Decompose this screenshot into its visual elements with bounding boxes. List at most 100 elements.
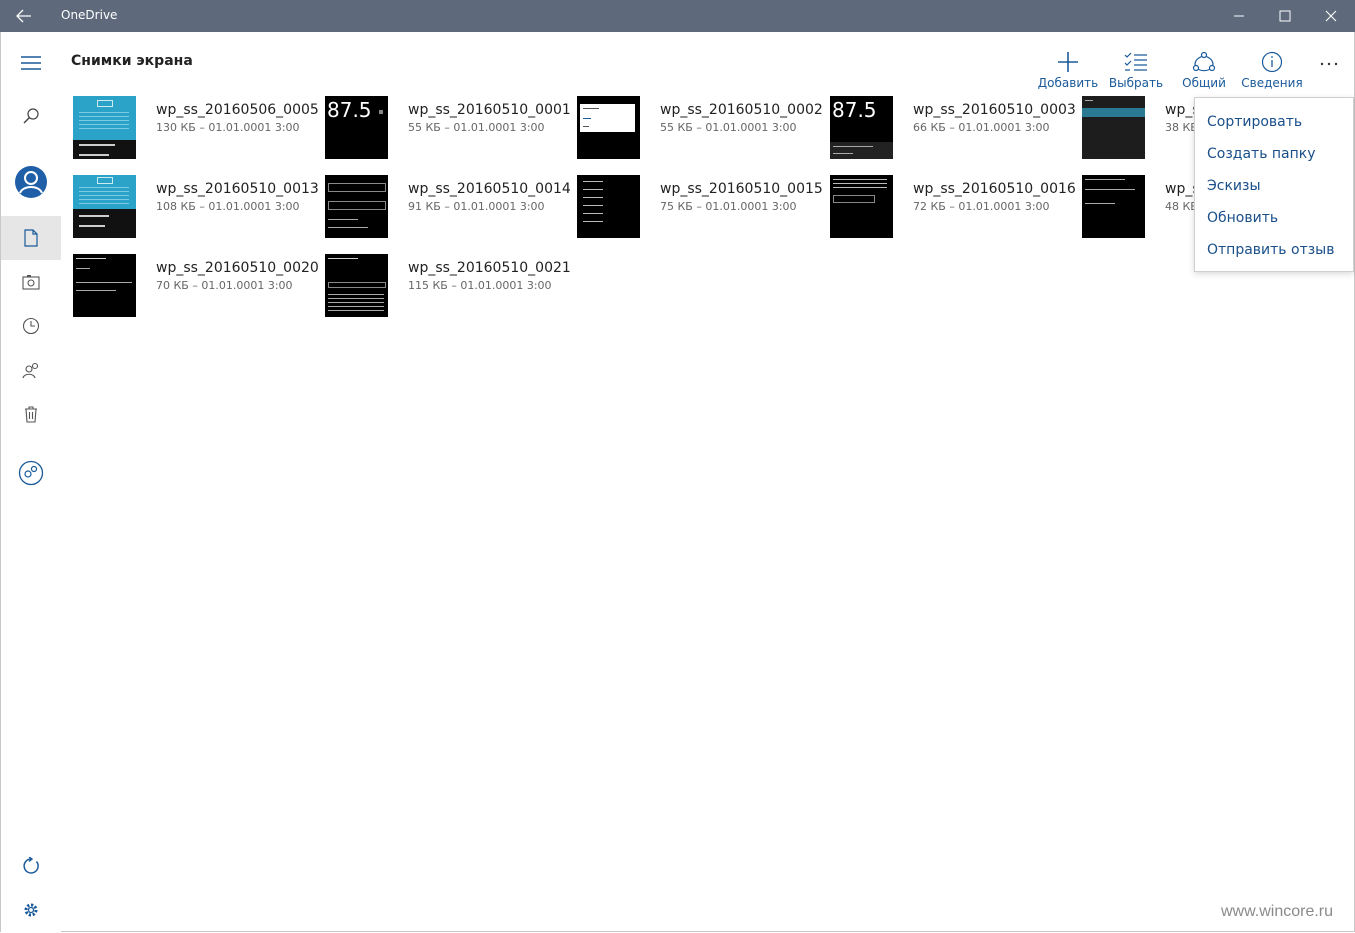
thumbnail-radio-frequency: 87.5: [327, 98, 372, 122]
file-thumbnail: [1082, 175, 1145, 238]
people-icon: [18, 460, 44, 486]
info-label: Сведения: [1241, 76, 1303, 90]
file-meta: 48 КБ: [1165, 200, 1198, 213]
file-tile[interactable]: wp_ss_20160510_0013 108 КБ – 01.01.0001 …: [73, 175, 323, 239]
nav-recent[interactable]: [1, 304, 61, 348]
maximize-button[interactable]: [1262, 0, 1308, 32]
menu-item-refresh[interactable]: Обновить: [1207, 210, 1278, 226]
add-label: Добавить: [1037, 76, 1099, 90]
sync-icon: [23, 857, 39, 874]
account-button[interactable]: [1, 160, 61, 204]
info-icon: [1261, 51, 1283, 73]
menu-item-thumbnails[interactable]: Эскизы: [1207, 178, 1261, 194]
info-button[interactable]: Сведения: [1238, 48, 1306, 94]
file-tile[interactable]: wp_ss_20160510_0021 115 КБ – 01.01.0001 …: [325, 254, 575, 318]
hamburger-menu-button[interactable]: [1, 41, 61, 85]
file-name: wp_ss_20160510_0020: [156, 260, 319, 276]
add-button[interactable]: Добавить: [1034, 48, 1102, 94]
file-meta: 72 КБ – 01.01.0001 3:00: [913, 200, 1050, 213]
shared-icon: [22, 362, 39, 379]
file-tile[interactable]: 87.5 wp_ss_20160510_0003 66 КБ – 01.01.0…: [830, 96, 1080, 160]
menu-item-send-feedback[interactable]: Отправить отзыв: [1207, 242, 1334, 258]
file-thumbnail: [73, 96, 136, 159]
file-thumbnail: [325, 254, 388, 317]
page-title: Снимки экрана: [71, 53, 193, 69]
file-meta: 108 КБ – 01.01.0001 3:00: [156, 200, 300, 213]
minimize-button[interactable]: [1216, 0, 1262, 32]
minimize-icon: [1234, 15, 1244, 17]
file-name: wp_ss_20160510_0003: [913, 102, 1076, 118]
file-name: wp_ss_20160510_0015: [660, 181, 823, 197]
file-meta: 38 КБ: [1165, 121, 1198, 134]
back-arrow-icon: [16, 9, 31, 23]
share-button[interactable]: Общий: [1170, 48, 1238, 94]
file-thumbnail: [830, 175, 893, 238]
file-meta: 70 КБ – 01.01.0001 3:00: [156, 279, 293, 292]
thumbnail-radio-frequency: 87.5: [832, 98, 877, 122]
file-thumbnail: 87.5: [325, 96, 388, 159]
menu-icon: [21, 56, 41, 70]
back-button[interactable]: [0, 0, 48, 32]
plus-icon: [1058, 52, 1078, 72]
share-icon: [1192, 51, 1216, 72]
sync-button[interactable]: [1, 844, 61, 888]
file-tile[interactable]: wp_ss_20160510_0014 91 КБ – 01.01.0001 3…: [325, 175, 575, 239]
file-meta: 55 КБ – 01.01.0001 3:00: [408, 121, 545, 134]
share-label: Общий: [1182, 76, 1226, 90]
more-button[interactable]: [1314, 50, 1344, 78]
file-tile[interactable]: 87.5 wp_ss_20160510_0001 55 КБ – 01.01.0…: [325, 96, 575, 160]
close-icon: [1325, 10, 1337, 22]
settings-icon: [24, 903, 38, 917]
file-name: wp_ss_20160510_0016: [913, 181, 1076, 197]
file-thumbnail: [577, 96, 640, 159]
nav-files[interactable]: [1, 216, 61, 260]
file-name: wp_ss_20160510_0013: [156, 181, 319, 197]
file-meta: 91 КБ – 01.01.0001 3:00: [408, 200, 545, 213]
file-meta: 55 КБ – 01.01.0001 3:00: [660, 121, 797, 134]
photos-icon: [22, 275, 40, 290]
nav-recycle-bin[interactable]: [1, 392, 61, 436]
search-button[interactable]: [1, 94, 61, 138]
file-thumbnail: 87.5: [830, 96, 893, 159]
file-meta: 75 КБ – 01.01.0001 3:00: [660, 200, 797, 213]
file-name: wp_ss_20160510_0021: [408, 260, 571, 276]
watermark: www.wincore.ru: [1221, 903, 1334, 920]
file-meta: 66 КБ – 01.01.0001 3:00: [913, 121, 1050, 134]
file-meta: 115 КБ – 01.01.0001 3:00: [408, 279, 552, 292]
file-thumbnail: [577, 175, 640, 238]
file-tile[interactable]: wp_ss_20160506_0005 130 КБ – 01.01.0001 …: [73, 96, 323, 160]
file-thumbnail: [1082, 96, 1145, 159]
recent-icon: [22, 317, 40, 335]
maximize-icon: [1279, 10, 1291, 22]
more-icon: [1320, 62, 1338, 66]
file-tile[interactable]: wp_ss_20160510_0015 75 КБ – 01.01.0001 3…: [577, 175, 827, 239]
menu-item-sort[interactable]: Сортировать: [1207, 114, 1302, 130]
file-thumbnail: [73, 254, 136, 317]
select-label: Выбрать: [1108, 76, 1164, 90]
file-thumbnail: [73, 175, 136, 238]
search-icon: [23, 108, 39, 124]
select-button[interactable]: Выбрать: [1102, 48, 1170, 94]
select-list-icon: [1124, 52, 1147, 71]
file-name: wp_ss_20160510_0002: [660, 102, 823, 118]
nav-photos[interactable]: [1, 260, 61, 304]
recycle-bin-icon: [25, 406, 37, 423]
file-tile[interactable]: wp_ss_20160510_0020 70 КБ – 01.01.0001 3…: [73, 254, 323, 318]
sidebar: [1, 32, 61, 932]
close-button[interactable]: [1308, 0, 1354, 32]
title-bar: OneDrive: [0, 0, 1355, 32]
more-context-menu: Сортировать Создать папку Эскизы Обновит…: [1194, 97, 1354, 272]
file-thumbnail: [325, 175, 388, 238]
menu-item-new-folder[interactable]: Создать папку: [1207, 146, 1316, 162]
window-frame: [0, 32, 1355, 932]
app-title: OneDrive: [61, 8, 118, 22]
file-name: wp_ss_20160506_0005: [156, 102, 319, 118]
settings-button[interactable]: [1, 888, 61, 932]
file-name: wp_ss_20160510_0001: [408, 102, 571, 118]
avatar: [15, 166, 47, 198]
nav-shared[interactable]: [1, 348, 61, 392]
file-tile[interactable]: wp_ss_20160510_0016 72 КБ – 01.01.0001 3…: [830, 175, 1080, 239]
nav-people[interactable]: [1, 451, 61, 495]
file-tile[interactable]: wp_ss_20160510_0002 55 КБ – 01.01.0001 3…: [577, 96, 827, 160]
file-name: wp_ss_20160510_0014: [408, 181, 571, 197]
